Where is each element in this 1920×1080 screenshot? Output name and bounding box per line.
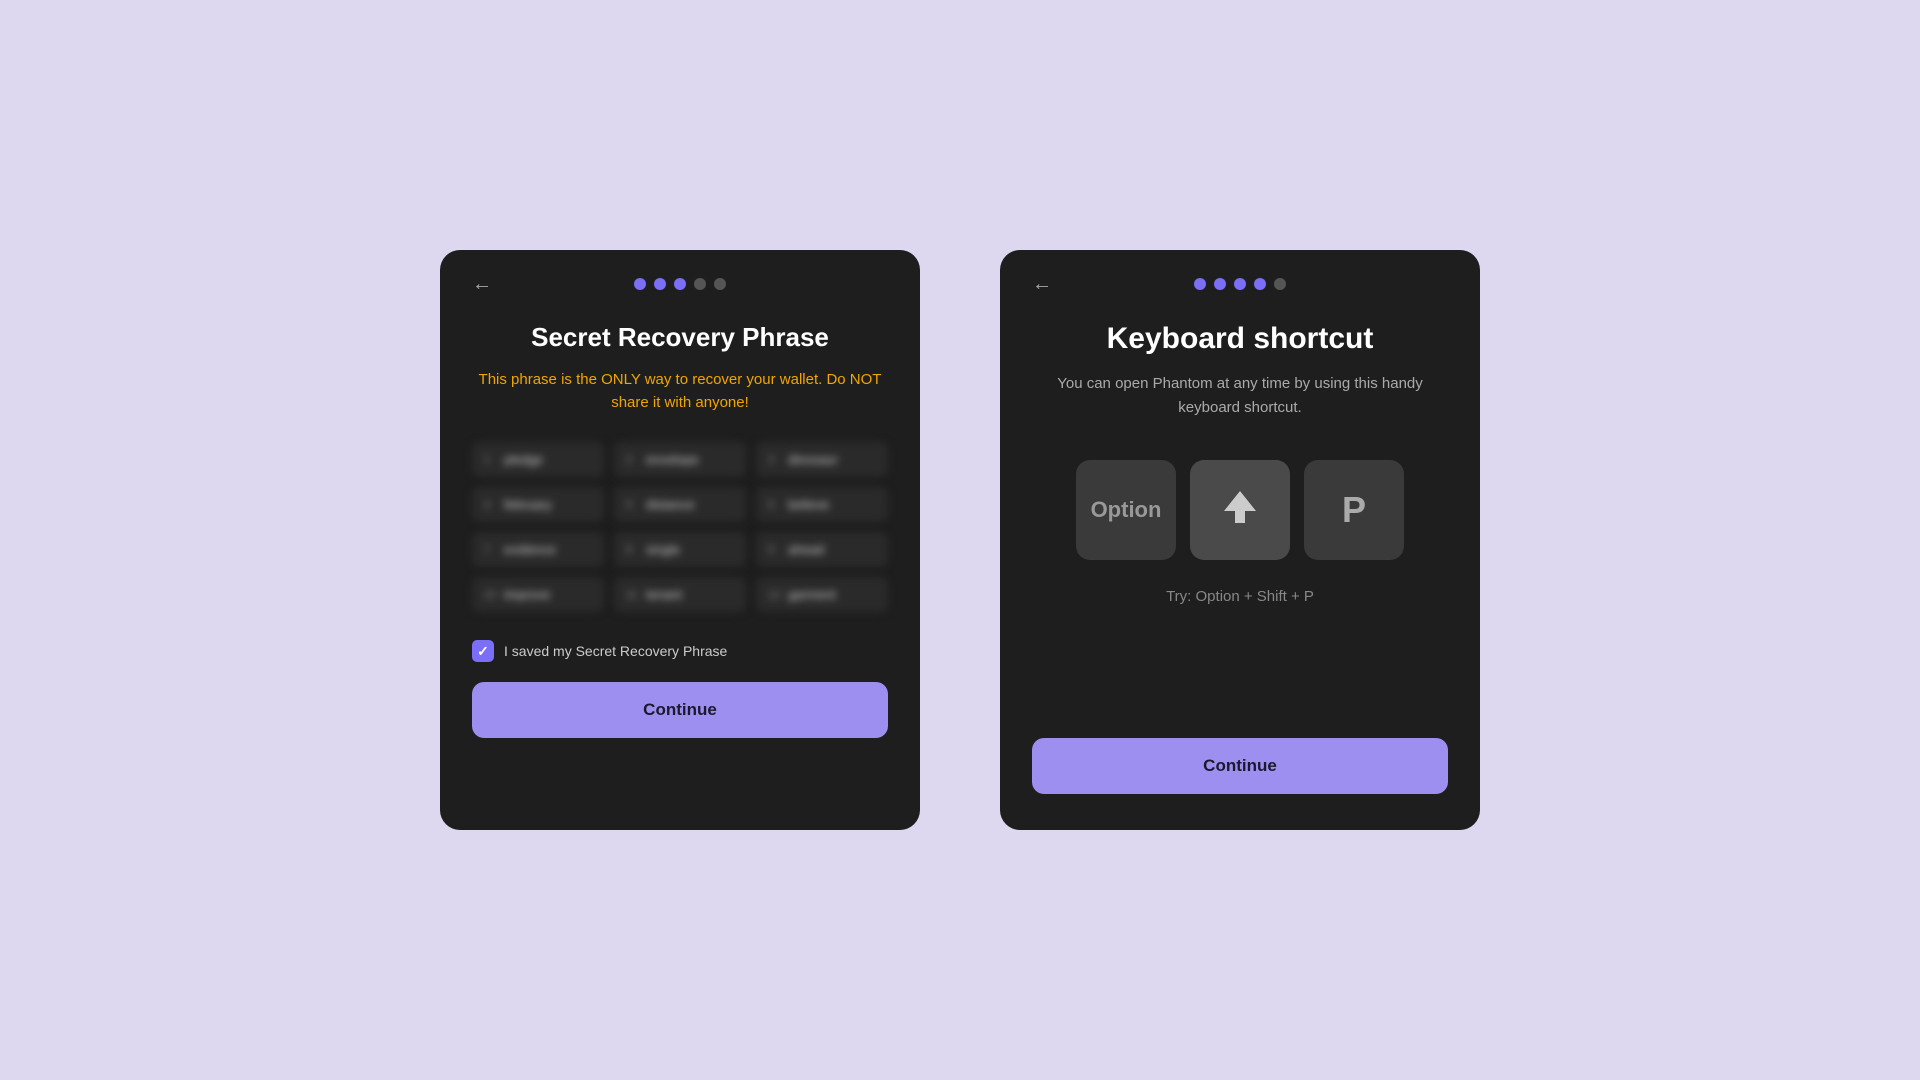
phrase-grid: 1 pledge 2 envelope 3 dinosaur 4 februar… [472, 442, 888, 612]
warning-text: This phrase is the ONLY way to recover y… [472, 369, 888, 414]
phrase-num-6: 6 [768, 499, 782, 511]
phrase-cell-5: 5 distance [614, 487, 746, 522]
phrase-word-6: believe [788, 497, 829, 512]
right-card-header: ← [1032, 278, 1448, 290]
try-text: Try: Option + Shift + P [1032, 588, 1448, 605]
right-continue-button[interactable]: Continue [1032, 738, 1448, 794]
phrase-num-12: 12 [768, 589, 782, 601]
phrase-num-10: 10 [484, 589, 498, 601]
phrase-num-3: 3 [768, 454, 782, 466]
phrase-word-4: february [504, 497, 552, 512]
shift-arrow-icon [1218, 485, 1262, 535]
dot-1 [634, 278, 646, 290]
dot-4 [694, 278, 706, 290]
left-card-title: Secret Recovery Phrase [472, 322, 888, 353]
phrase-word-5: distance [646, 497, 694, 512]
phrase-cell-9: 9 ahead [756, 532, 888, 567]
phrase-word-8: single [646, 542, 680, 557]
right-dot-2 [1214, 278, 1226, 290]
right-dot-4 [1254, 278, 1266, 290]
checkbox-label: I saved my Secret Recovery Phrase [504, 643, 727, 659]
keys-row: Option P [1032, 460, 1448, 560]
left-card: ← Secret Recovery Phrase This phrase is … [440, 250, 920, 830]
phrase-word-3: dinosaur [788, 452, 838, 467]
phrase-num-8: 8 [626, 544, 640, 556]
right-dot-5 [1274, 278, 1286, 290]
subtitle-text: You can open Phantom at any time by usin… [1032, 372, 1448, 420]
phrase-num-2: 2 [626, 454, 640, 466]
dot-5 [714, 278, 726, 290]
right-back-button[interactable]: ← [1032, 273, 1052, 296]
right-card-title: Keyboard shortcut [1032, 322, 1448, 356]
progress-dots-left [634, 278, 726, 290]
option-key: Option [1076, 460, 1176, 560]
left-card-header: ← [472, 278, 888, 290]
phrase-cell-12: 12 garment [756, 577, 888, 612]
phrase-num-4: 4 [484, 499, 498, 511]
phrase-word-9: ahead [788, 542, 824, 557]
phrase-num-11: 11 [626, 589, 640, 601]
phrase-cell-3: 3 dinosaur [756, 442, 888, 477]
phrase-word-7: evidence [504, 542, 556, 557]
right-card: ← Keyboard shortcut You can open Phantom… [1000, 250, 1480, 830]
phrase-num-1: 1 [484, 454, 498, 466]
p-key: P [1304, 460, 1404, 560]
phrase-cell-4: 4 february [472, 487, 604, 522]
phrase-cell-1: 1 pledge [472, 442, 604, 477]
phrase-cell-10: 10 improve [472, 577, 604, 612]
phrase-cell-11: 11 tenant [614, 577, 746, 612]
phrase-cell-2: 2 envelope [614, 442, 746, 477]
saved-checkbox[interactable]: ✓ [472, 640, 494, 662]
back-button[interactable]: ← [472, 273, 492, 296]
checkmark-icon: ✓ [477, 643, 489, 660]
phrase-num-9: 9 [768, 544, 782, 556]
phrase-word-2: envelope [646, 452, 699, 467]
phrase-cell-8: 8 single [614, 532, 746, 567]
progress-dots-right [1194, 278, 1286, 290]
phrase-cell-7: 7 evidence [472, 532, 604, 567]
right-dot-1 [1194, 278, 1206, 290]
dot-3 [674, 278, 686, 290]
phrase-word-11: tenant [646, 587, 682, 602]
right-dot-3 [1234, 278, 1246, 290]
phrase-num-7: 7 [484, 544, 498, 556]
phrase-word-10: improve [504, 587, 550, 602]
left-continue-button[interactable]: Continue [472, 682, 888, 738]
shift-key [1190, 460, 1290, 560]
phrase-cell-6: 6 believe [756, 487, 888, 522]
dot-2 [654, 278, 666, 290]
phrase-word-1: pledge [504, 452, 543, 467]
checkbox-row[interactable]: ✓ I saved my Secret Recovery Phrase [472, 640, 888, 662]
phrase-num-5: 5 [626, 499, 640, 511]
phrase-word-12: garment [788, 587, 836, 602]
